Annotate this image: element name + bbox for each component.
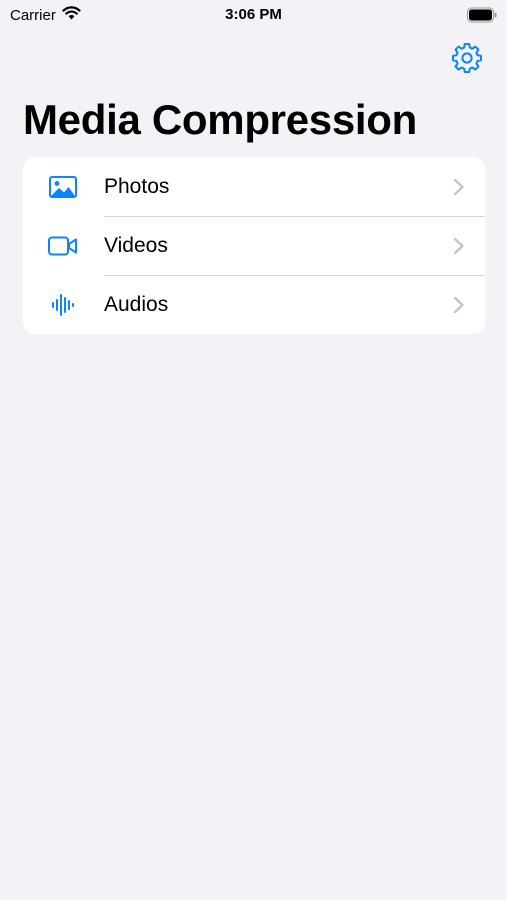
battery-icon [467,7,497,23]
video-camera-icon [47,232,79,260]
list-item-photos[interactable]: Photos [23,157,485,216]
waveform-icon [47,291,79,319]
media-type-list: Photos Videos Audios [23,157,485,334]
chevron-right-icon [453,178,465,196]
photo-icon [47,173,79,201]
gear-icon [451,43,483,78]
list-item-videos[interactable]: Videos [23,216,485,275]
page-title: Media Compression [23,96,417,143]
status-bar: Carrier 3:06 PM [0,0,507,30]
list-item-label: Photos [104,174,170,198]
chevron-right-icon [453,237,465,255]
list-item-label: Videos [104,233,168,257]
settings-button[interactable] [451,42,483,74]
list-item-audios[interactable]: Audios [23,275,485,334]
chevron-right-icon [453,296,465,314]
status-time: 3:06 PM [225,6,282,23]
list-item-label: Audios [104,292,169,316]
